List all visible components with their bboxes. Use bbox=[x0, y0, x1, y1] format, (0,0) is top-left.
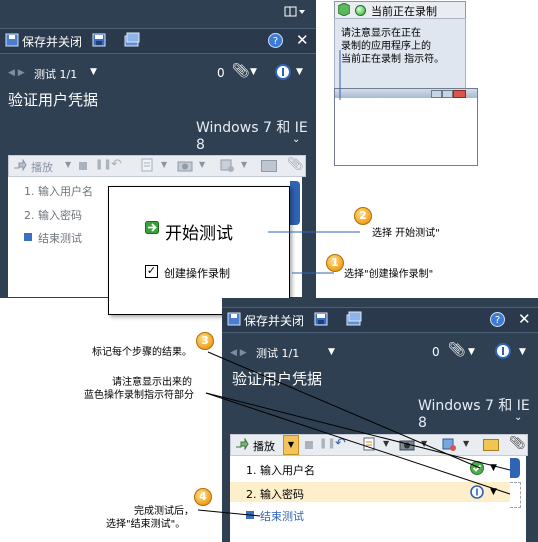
blue-note-line2: 蓝色操作录制指示符部分 bbox=[84, 390, 194, 401]
callout-3-text: 标记每个步骤的结果。 bbox=[92, 347, 192, 358]
callout-lines bbox=[197, 231, 511, 517]
callout-1-text: 选择"创建操作录制" bbox=[344, 269, 434, 280]
callout-4-line2: 选择"结束测试"。 bbox=[106, 519, 186, 530]
callout-4-line1: 完成测试后， bbox=[134, 506, 194, 517]
callout-2-badge: 2 bbox=[354, 207, 372, 225]
blue-note-line1: 请注意显示出来的 bbox=[112, 377, 192, 388]
callout-1-badge: 1 bbox=[326, 254, 344, 272]
callout-3-badge: 3 bbox=[196, 332, 214, 350]
callout-2-text: 选择 开始测试" bbox=[372, 228, 440, 239]
callout-4-badge: 4 bbox=[194, 488, 212, 506]
